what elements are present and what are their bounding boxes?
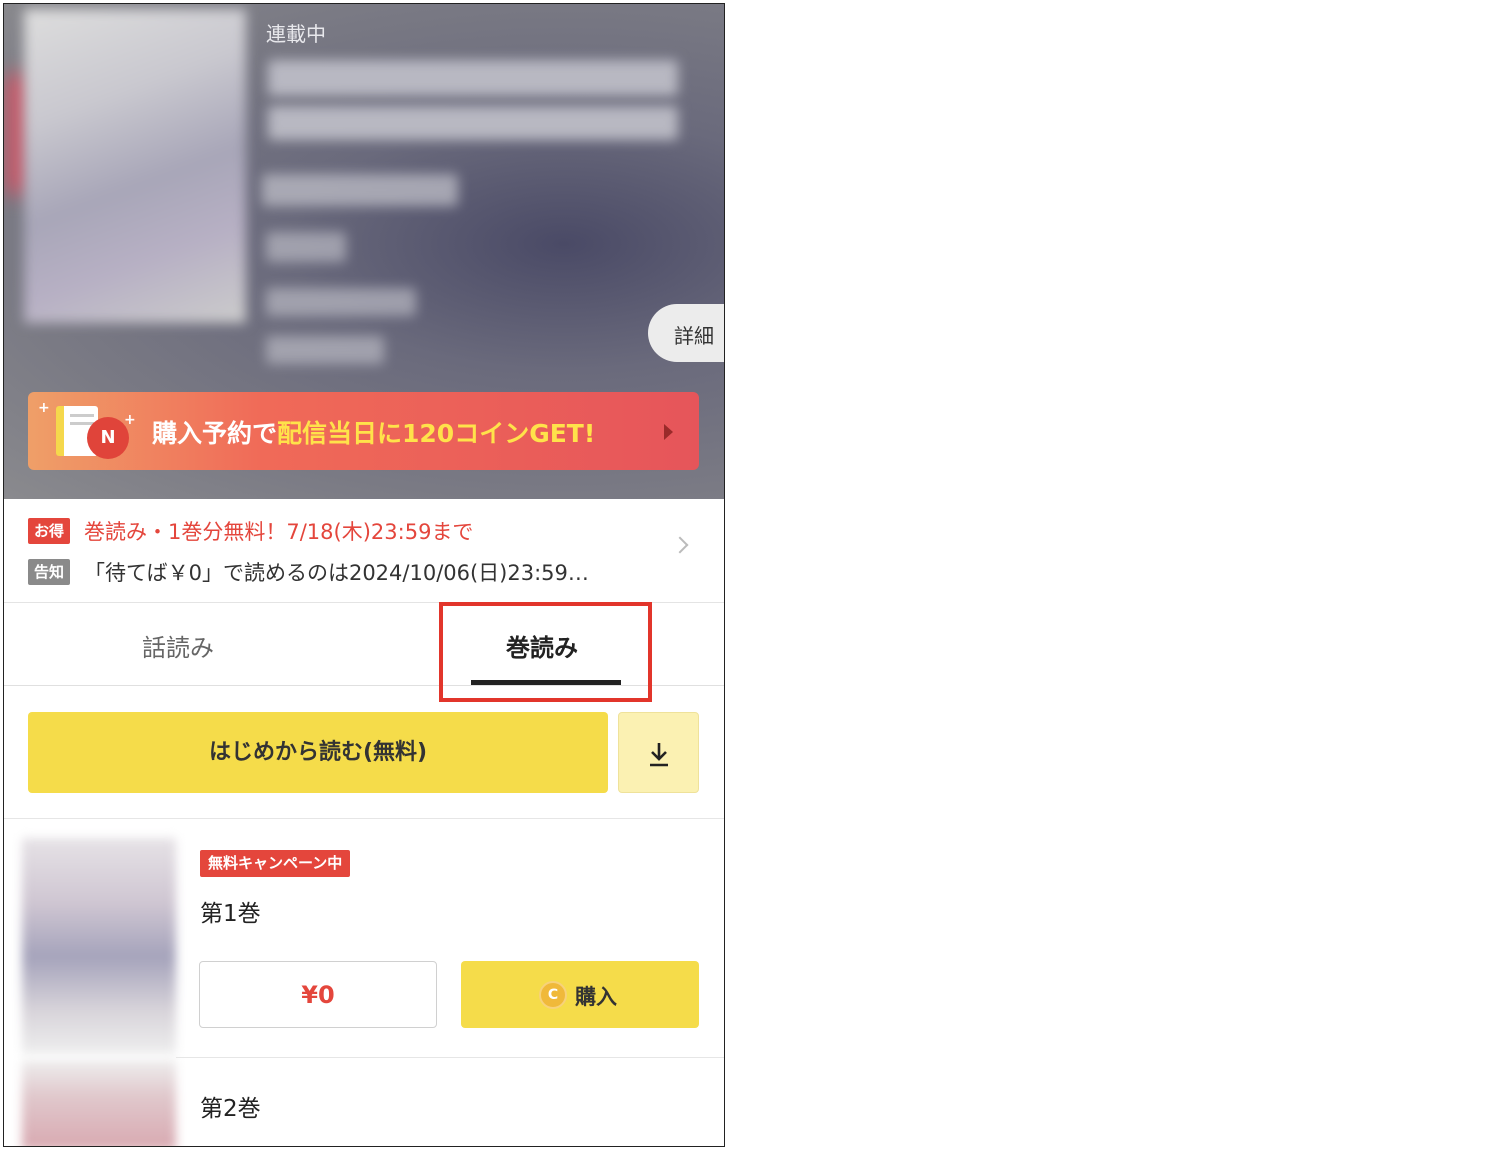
title-header: 連載中 詳細 + + N 購入予約で配信当日に120コインGET!	[4, 4, 724, 499]
download-icon	[650, 743, 668, 767]
promo-text: 購入予約で配信当日に120コインGET!	[152, 414, 595, 450]
notice-announcement: 告知 「待てば￥0」で読めるのは2024/10/06(日)23:59…	[28, 557, 589, 587]
blurred-meta-3	[266, 336, 384, 364]
coin-icon: C	[539, 981, 567, 1009]
notice-section[interactable]: お得 巻読み・1巻分無料！7/18(木)23:59まで 告知 「待てば￥0」で読…	[4, 499, 724, 603]
announcement-tag: 告知	[28, 559, 71, 585]
divider	[176, 1057, 724, 1058]
promo-text-highlight: 配信当日に120コインGET!	[277, 419, 596, 448]
tab-episode-read[interactable]: 話読み	[142, 628, 214, 663]
sparkle-icon: +	[124, 412, 136, 428]
blurred-title-line-2	[268, 106, 678, 140]
read-from-beginning-button[interactable]: はじめから読む(無料)	[28, 712, 608, 793]
promo-text-plain: 購入予約で	[152, 419, 278, 448]
price-button[interactable]: ¥0	[199, 961, 437, 1028]
blurred-title-line-1	[268, 60, 678, 96]
volume-cover-image[interactable]	[22, 838, 176, 1054]
blurred-meta-1	[266, 232, 346, 262]
annotation-highlight-box	[439, 602, 652, 702]
volume-title: 第2巻	[200, 1096, 261, 1122]
new-badge-icon: N	[90, 420, 126, 456]
blurred-author	[262, 174, 458, 206]
app-screen: 連載中 詳細 + + N 購入予約で配信当日に120コインGET! お得 巻読み…	[3, 3, 725, 1147]
notice-deal: お得 巻読み・1巻分無料！7/18(木)23:59まで	[28, 516, 473, 546]
blurred-meta-2	[266, 288, 416, 316]
triangle-right-icon	[664, 424, 673, 440]
chevron-right-icon	[671, 536, 689, 554]
deal-text: 巻読み・1巻分無料！7/18(木)23:59まで	[84, 520, 474, 544]
announcement-text: 「待てば￥0」で読めるのは2024/10/06(日)23:59…	[84, 561, 589, 585]
deal-tag: お得	[28, 518, 71, 544]
campaign-badge: 無料キャンペーン中	[200, 850, 351, 877]
serialization-status: 連載中	[266, 22, 326, 46]
volume-title: 第1巻	[200, 901, 261, 927]
download-button[interactable]	[618, 712, 699, 793]
volume-cover-image[interactable]	[22, 1060, 176, 1146]
divider	[4, 818, 724, 819]
sparkle-icon: +	[38, 400, 50, 416]
buy-button[interactable]: C 購入	[461, 961, 699, 1028]
buy-label: 購入	[575, 985, 617, 1009]
preorder-promo-banner[interactable]: + + N 購入予約で配信当日に120コインGET!	[28, 392, 699, 470]
title-cover-image[interactable]	[24, 9, 246, 323]
detail-button[interactable]: 詳細	[648, 304, 724, 362]
